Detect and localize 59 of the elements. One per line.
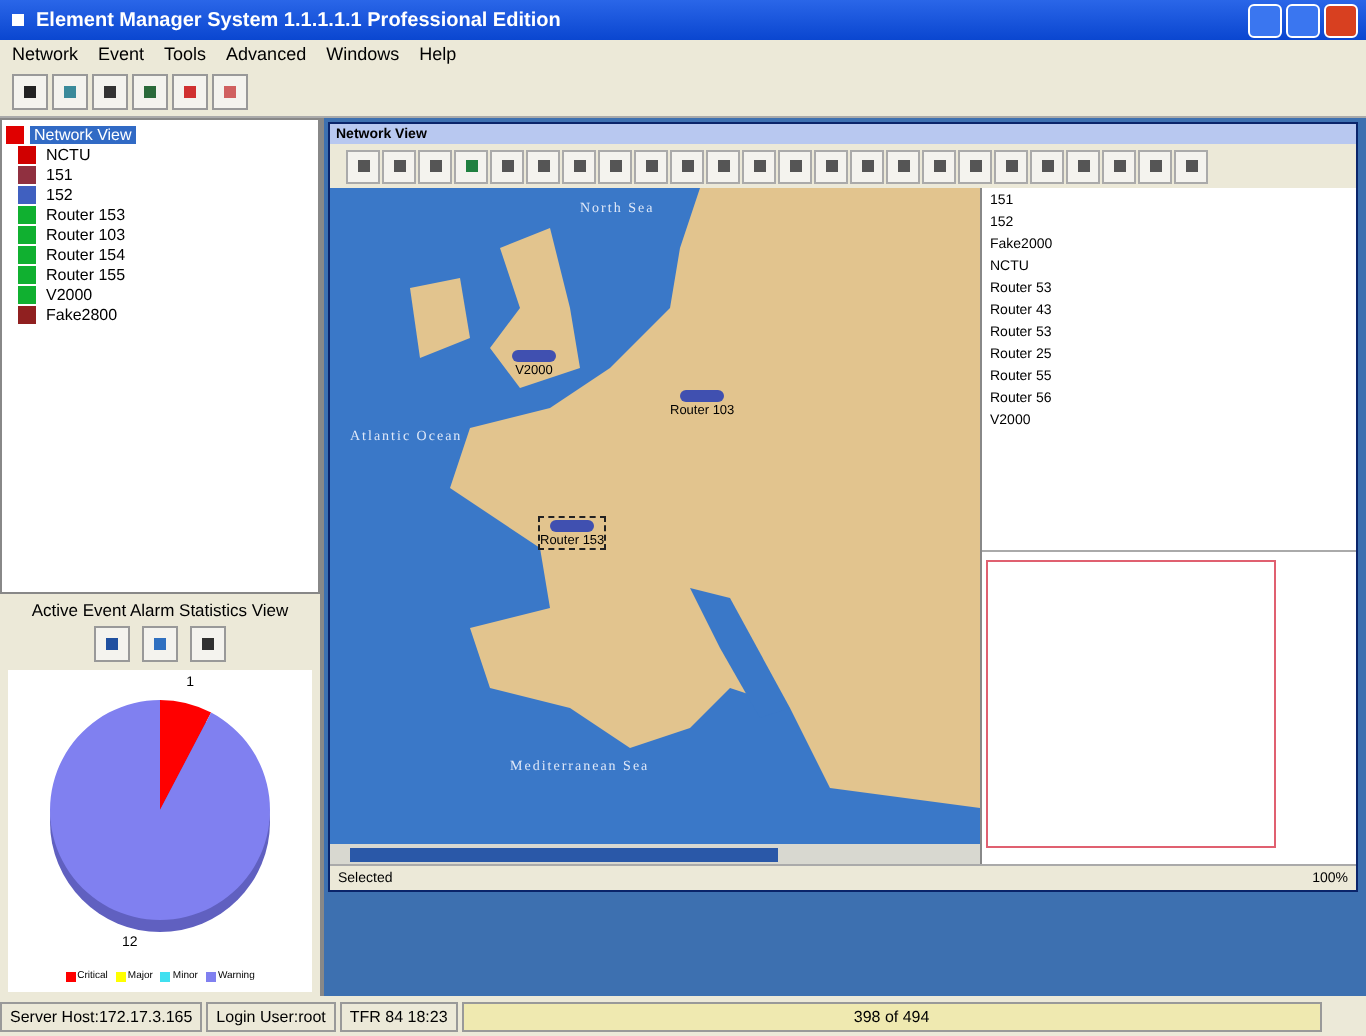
tree-item[interactable]: Router 155 <box>42 265 130 283</box>
tool-button[interactable] <box>634 149 668 183</box>
tool-button[interactable] <box>1138 149 1172 183</box>
maximize-button[interactable] <box>1286 3 1320 37</box>
toolbar-button[interactable] <box>12 74 48 110</box>
tool-button[interactable] <box>562 149 596 183</box>
tree-item[interactable]: NCTU <box>42 145 95 163</box>
tree-item[interactable]: Fake2800 <box>42 305 122 323</box>
tool-button[interactable] <box>598 149 632 183</box>
tool-button[interactable] <box>1102 149 1136 183</box>
menu-item[interactable]: Tools <box>164 44 207 64</box>
tool-button[interactable] <box>958 149 992 183</box>
router-icon <box>678 388 727 404</box>
status-field: TFR 84 18:23 <box>339 1001 458 1031</box>
menu-item[interactable]: Network <box>12 44 79 64</box>
tool-button[interactable] <box>742 149 776 183</box>
horizontal-scrollbar[interactable] <box>330 844 980 864</box>
tool-button[interactable] <box>670 149 704 183</box>
menu-item[interactable]: Advanced <box>226 44 307 64</box>
status-field: 398 of 494 <box>461 1001 1322 1031</box>
toolbar-button[interactable] <box>92 74 128 110</box>
menu-item[interactable]: Event <box>98 44 145 64</box>
tool-button[interactable] <box>490 149 524 183</box>
panel-button[interactable] <box>94 626 130 662</box>
tool-button[interactable] <box>850 149 884 183</box>
app-icon <box>8 10 28 30</box>
tree-item[interactable]: Router 154 <box>42 245 130 263</box>
tool-button[interactable] <box>1174 149 1208 183</box>
tree-item[interactable]: Router 103 <box>42 225 130 243</box>
panel-title: Active Event Alarm Statistics View <box>29 598 291 622</box>
tree-item[interactable]: 152 <box>42 185 77 203</box>
tree-item[interactable]: V2000 <box>42 285 97 303</box>
tool-button[interactable] <box>994 149 1028 183</box>
status-field: Server Host:172.17.3.165 <box>0 1001 203 1031</box>
tree-item[interactable]: Network View <box>30 125 136 143</box>
tool-button[interactable] <box>814 149 848 183</box>
tool-button[interactable] <box>418 149 452 183</box>
menu-item[interactable]: Help <box>419 44 457 64</box>
tree-item[interactable]: Router 153 <box>42 205 130 223</box>
tool-button[interactable] <box>454 149 488 183</box>
tool-button[interactable] <box>1030 149 1064 183</box>
menu-item[interactable]: Windows <box>326 44 400 64</box>
tool-button[interactable] <box>382 149 416 183</box>
tree-item[interactable]: 151 <box>42 165 77 183</box>
close-button[interactable] <box>1324 3 1358 37</box>
status-field: Login User:root <box>206 1001 336 1031</box>
tool-button[interactable] <box>526 149 560 183</box>
tool-button[interactable] <box>346 149 380 183</box>
tool-button[interactable] <box>706 149 740 183</box>
minimize-button[interactable] <box>1248 3 1282 37</box>
viewport-frame[interactable] <box>986 560 1276 848</box>
tool-button[interactable] <box>1066 149 1100 183</box>
tool-button[interactable] <box>886 149 920 183</box>
router-icon <box>510 348 558 364</box>
panel-button[interactable] <box>190 626 226 662</box>
tool-button[interactable] <box>922 149 956 183</box>
window-title: Element Manager System 1.1.1.1.1 Professional Edition <box>36 9 561 31</box>
router-icon <box>548 518 597 534</box>
tool-button[interactable] <box>778 149 812 183</box>
